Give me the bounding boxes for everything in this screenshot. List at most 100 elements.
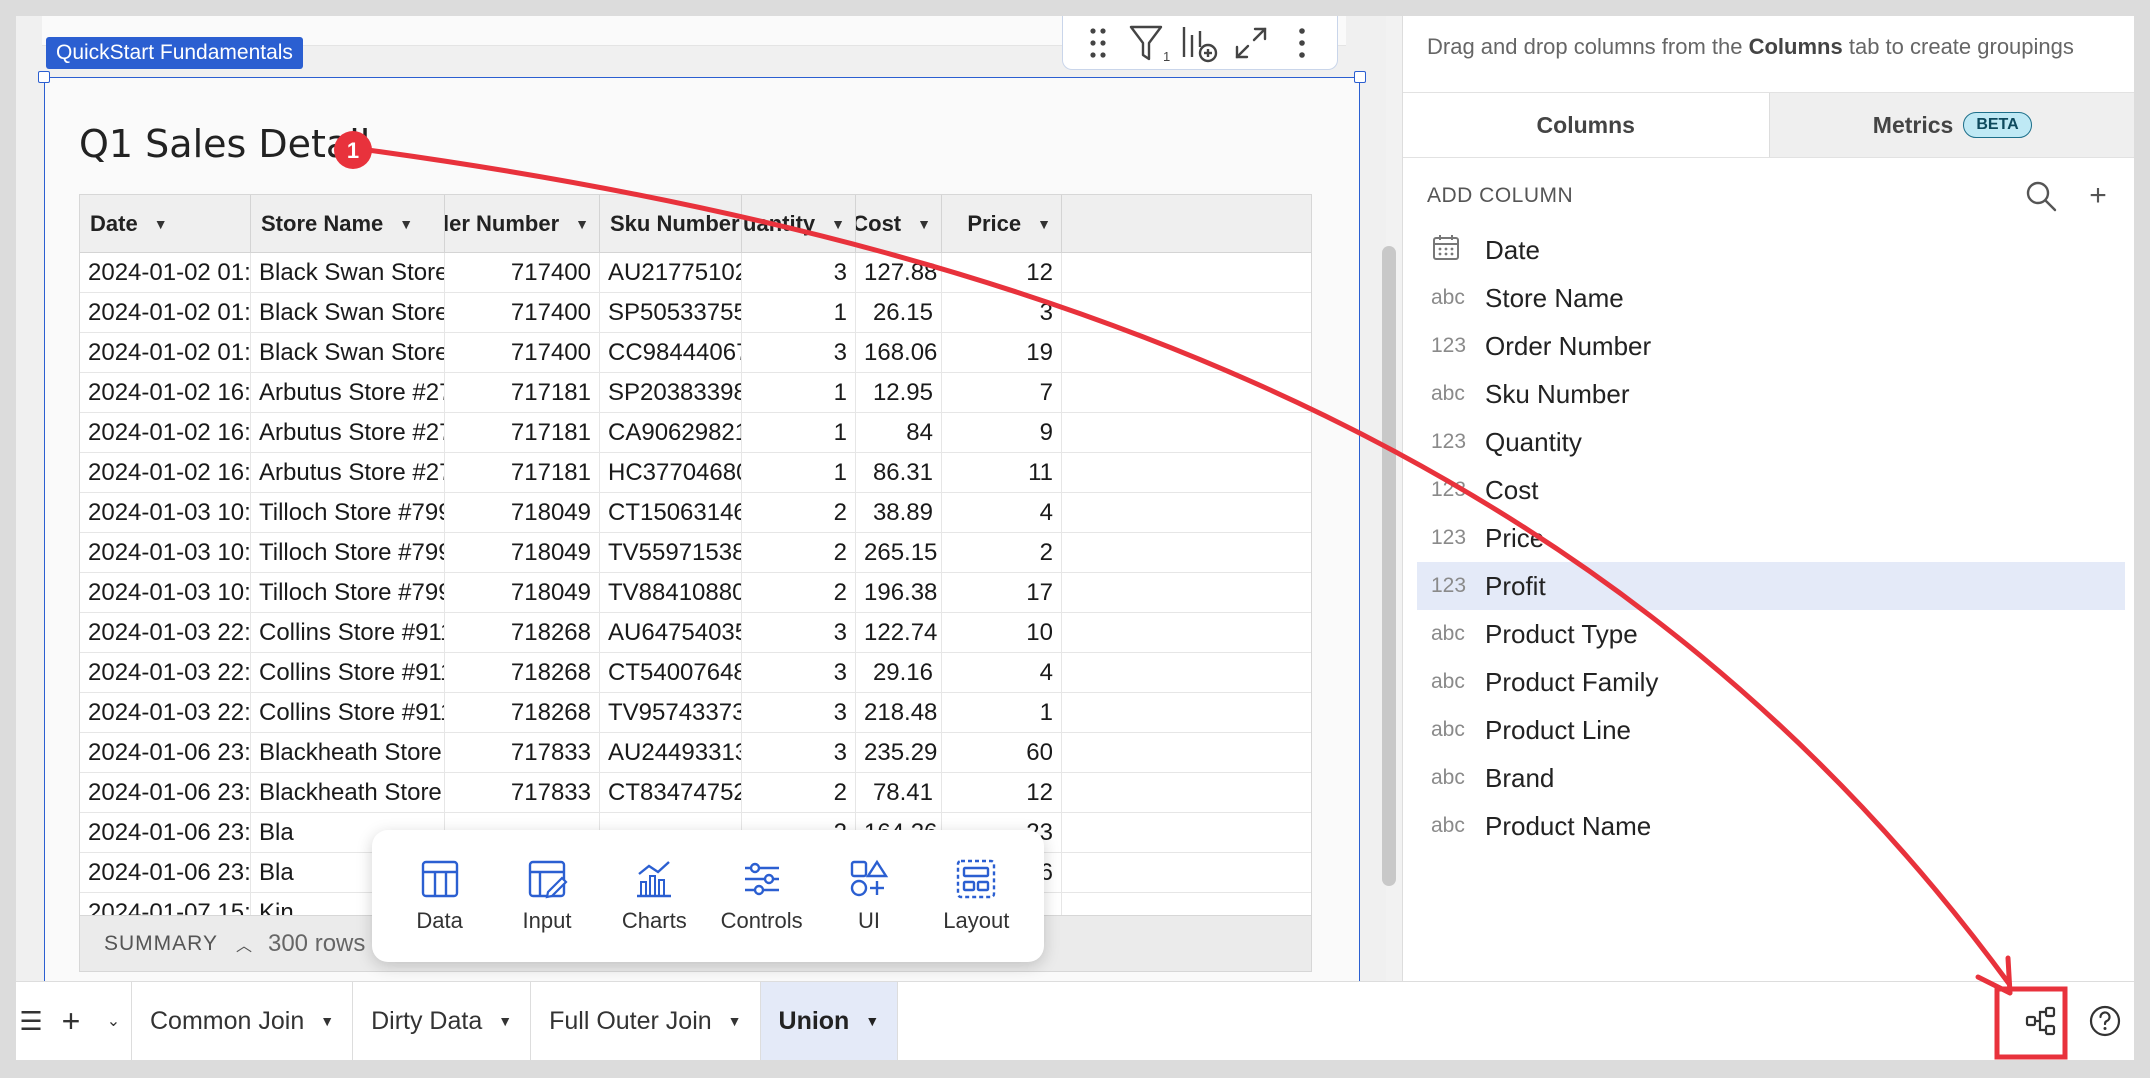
element-title[interactable]: Q1 Sales Detail — [79, 122, 370, 166]
column-item[interactable]: 123 Order Number — [1417, 322, 2125, 370]
add-data-button[interactable]: Data — [390, 858, 490, 934]
table-cell[interactable]: 10 — [942, 613, 1062, 653]
table-cell[interactable]: 2024-01-06 23:03:14 — [80, 813, 251, 853]
table-cell[interactable]: 717181 — [445, 373, 600, 413]
table-row[interactable]: 2024-01-02 16:49:22Arbutus Store #270717… — [80, 453, 1311, 493]
table-cell[interactable]: 78.41 — [856, 773, 942, 813]
table-cell[interactable]: 168.06 — [856, 333, 942, 373]
table-cell[interactable]: 718268 — [445, 653, 600, 693]
table-cell[interactable]: 12.95 — [856, 373, 942, 413]
caret-down-icon[interactable]: ▼ — [831, 216, 845, 232]
table-cell[interactable]: 2 — [742, 493, 856, 533]
column-item[interactable]: abc Product Family — [1417, 658, 2125, 706]
table-row[interactable]: 2024-01-03 22:01:08Collins Store #911718… — [80, 653, 1311, 693]
column-item[interactable]: 123 Cost — [1417, 466, 2125, 514]
table-cell[interactable]: 127.88 — [856, 253, 942, 293]
table-row[interactable]: 2024-01-02 16:49:22Arbutus Store #270717… — [80, 373, 1311, 413]
table-cell[interactable]: 2024-01-02 16:49:22 — [80, 453, 251, 493]
column-header[interactable]: Order Number ▼ — [445, 195, 600, 253]
column-item[interactable]: 123 Profit — [1417, 562, 2125, 610]
tab-metrics[interactable]: Metrics BETA — [1768, 93, 2134, 157]
chevron-up-icon[interactable]: ︿ — [236, 932, 252, 956]
add-chart-icon[interactable] — [1178, 21, 1222, 65]
table-cell[interactable]: Tilloch Store #799 — [251, 573, 445, 613]
table-cell[interactable]: HC3770468069 — [600, 453, 742, 493]
column-header[interactable]: Price ▼ — [942, 195, 1062, 253]
table-cell[interactable]: 3 — [742, 333, 856, 373]
table-cell[interactable]: 2024-01-03 22:01:08 — [80, 693, 251, 733]
table-cell[interactable]: 3 — [942, 293, 1062, 333]
table-cell[interactable]: CA9062982178 — [600, 413, 742, 453]
table-cell[interactable]: 12 — [942, 253, 1062, 293]
table-cell[interactable]: Arbutus Store #270 — [251, 373, 445, 413]
caret-down-icon[interactable]: ▼ — [320, 1013, 334, 1029]
column-item[interactable]: abc Brand — [1417, 754, 2125, 802]
table-cell[interactable]: Black Swan Store #375 — [251, 333, 445, 373]
column-header[interactable]: Sku Number▼ — [600, 195, 742, 253]
add-charts-button[interactable]: Charts — [604, 858, 704, 934]
pages-menu-icon[interactable]: ☰ — [16, 982, 46, 1060]
table-cell[interactable]: 3 — [742, 253, 856, 293]
add-ui-button[interactable]: UI — [819, 858, 919, 934]
column-item[interactable]: 123 Quantity — [1417, 418, 2125, 466]
table-cell[interactable]: 3 — [742, 653, 856, 693]
table-row[interactable]: 2024-01-02 16:49:22Arbutus Store #270717… — [80, 413, 1311, 453]
caret-down-icon[interactable]: ▼ — [498, 1013, 512, 1029]
table-row[interactable]: 2024-01-02 01:27:25Black Swan Store #375… — [80, 293, 1311, 333]
table-cell[interactable]: Collins Store #911 — [251, 613, 445, 653]
table-cell[interactable]: 196.38 — [856, 573, 942, 613]
table-cell[interactable]: SP5053375506 — [600, 293, 742, 333]
table-cell[interactable]: Arbutus Store #270 — [251, 413, 445, 453]
caret-down-icon[interactable]: ▼ — [575, 216, 589, 232]
table-cell[interactable]: 2024-01-07 15:40:05 — [80, 893, 251, 915]
table-cell[interactable]: 2024-01-02 16:49:22 — [80, 373, 251, 413]
table-cell[interactable]: 718049 — [445, 573, 600, 613]
table-cell[interactable]: 17 — [942, 573, 1062, 613]
help-icon[interactable] — [2076, 982, 2134, 1060]
table-cell[interactable]: Black Swan Store #375 — [251, 293, 445, 333]
table-row[interactable]: 2024-01-03 10:19:17Tilloch Store #799718… — [80, 533, 1311, 573]
table-cell[interactable]: 717400 — [445, 293, 600, 333]
filter-icon[interactable]: 1 — [1127, 21, 1171, 65]
table-cell[interactable]: Blackheath Store #687 — [251, 773, 445, 813]
caret-down-icon[interactable]: ▼ — [865, 1013, 879, 1029]
caret-down-icon[interactable]: ▼ — [399, 216, 413, 232]
caret-down-icon[interactable]: ▼ — [1037, 216, 1051, 232]
add-controls-button[interactable]: Controls — [712, 858, 812, 934]
table-cell[interactable]: 718268 — [445, 693, 600, 733]
table-cell[interactable]: 9 — [942, 413, 1062, 453]
table-cell[interactable]: 29.16 — [856, 653, 942, 693]
expand-icon[interactable] — [1229, 21, 1273, 65]
table-cell[interactable]: 718268 — [445, 613, 600, 653]
column-header[interactable]: Store Name ▼ — [251, 195, 445, 253]
table-row[interactable]: 2024-01-02 01:27:25Black Swan Store #375… — [80, 333, 1311, 373]
table-row[interactable]: 2024-01-03 10:19:17Tilloch Store #799718… — [80, 573, 1311, 613]
table-cell[interactable]: 26.15 — [856, 293, 942, 333]
search-icon[interactable] — [2023, 178, 2059, 214]
table-cell[interactable]: 19 — [942, 333, 1062, 373]
page-badge[interactable]: QuickStart Fundamentals — [46, 37, 303, 69]
table-cell[interactable]: CC9844406705 — [600, 333, 742, 373]
table-cell[interactable]: 122.74 — [856, 613, 942, 653]
table-cell[interactable]: 3 — [742, 693, 856, 733]
table-cell[interactable]: 84 — [856, 413, 942, 453]
table-cell[interactable]: 2 — [742, 773, 856, 813]
table-cell[interactable]: 38.89 — [856, 493, 942, 533]
table-cell[interactable]: 3 — [742, 733, 856, 773]
table-cell[interactable]: 4 — [942, 493, 1062, 533]
table-cell[interactable]: 2024-01-03 22:01:08 — [80, 653, 251, 693]
column-header[interactable]: Quantity ▼ — [742, 195, 856, 253]
page-tab[interactable]: Full Outer Join ▼ — [531, 982, 761, 1060]
table-cell[interactable]: 718049 — [445, 493, 600, 533]
table-cell[interactable]: Blackheath Store #687 — [251, 733, 445, 773]
add-layout-button[interactable]: Layout — [926, 858, 1026, 934]
table-cell[interactable]: 718049 — [445, 533, 600, 573]
table-cell[interactable]: 2024-01-02 01:27:25 — [80, 253, 251, 293]
column-item[interactable]: 123 Price — [1417, 514, 2125, 562]
table-row[interactable]: 2024-01-06 23:03:14Blackheath Store #687… — [80, 733, 1311, 773]
table-cell[interactable]: 218.48 — [856, 693, 942, 733]
column-item[interactable]: abc Product Type — [1417, 610, 2125, 658]
column-header[interactable]: Cost ▼ — [856, 195, 942, 253]
column-item[interactable]: abc Store Name — [1417, 274, 2125, 322]
column-header[interactable]: Date ▼ — [80, 195, 251, 253]
